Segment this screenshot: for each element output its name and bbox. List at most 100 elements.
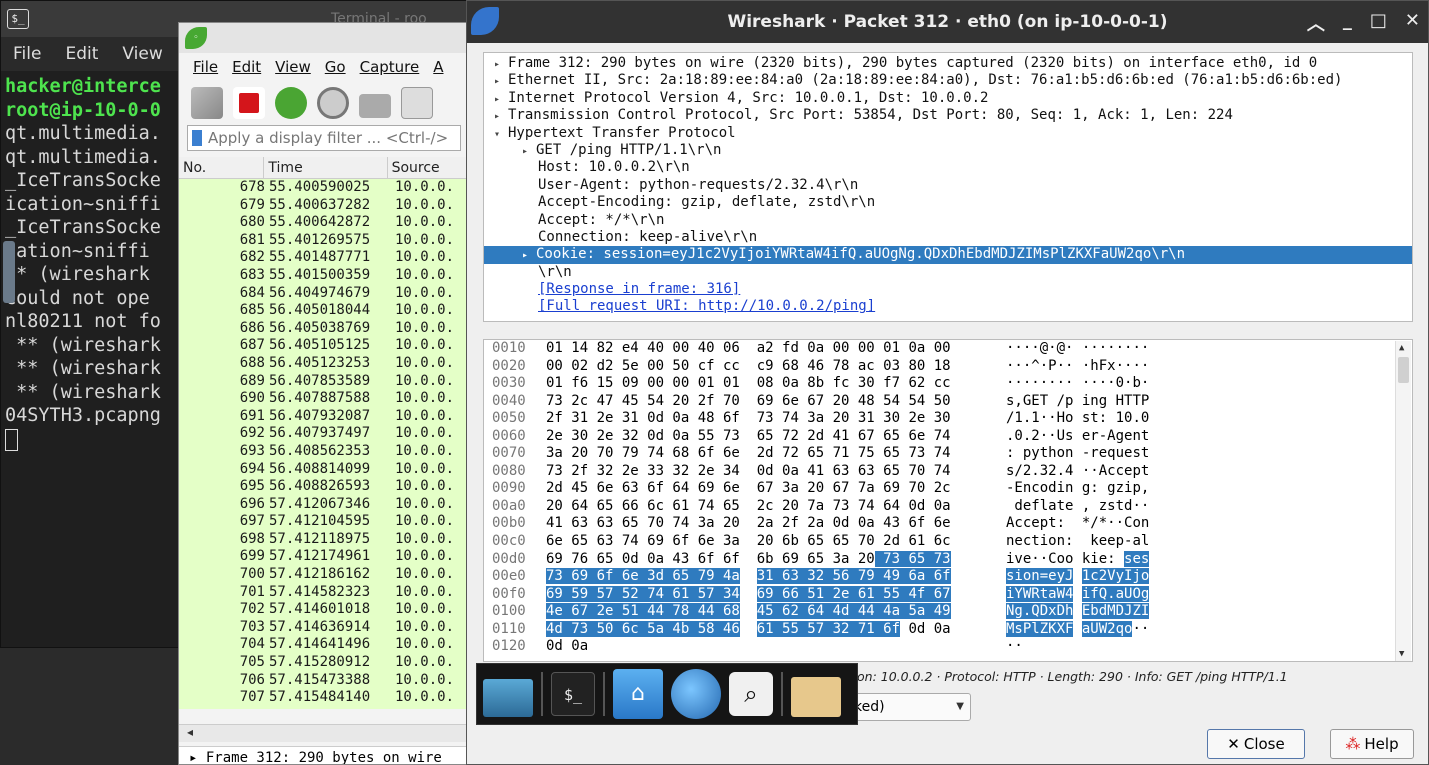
- hex-row[interactable]: 0060 2e 30 2e 32 0d 0a 55 73 65 72 2d 41 …: [484, 428, 1412, 446]
- save-file-icon[interactable]: [401, 87, 433, 119]
- wireshark-main-titlebar[interactable]: ◦: [179, 23, 469, 53]
- packet-list-hscrollbar[interactable]: ◂: [179, 724, 469, 742]
- scroll-down-icon[interactable]: ▼: [1399, 649, 1404, 659]
- scroll-thumb[interactable]: [1398, 357, 1409, 383]
- collapsed-arrow-icon[interactable]: ▸: [494, 91, 508, 108]
- tree-row[interactable]: ▾ Hypertext Transfer Protocol: [484, 125, 1412, 142]
- open-file-icon[interactable]: [359, 94, 391, 118]
- hex-row[interactable]: 0090 2d 45 6e 63 6f 64 69 6e 67 3a 20 67 …: [484, 480, 1412, 498]
- hex-row[interactable]: 0020 00 02 d2 5e 00 50 cf cc c9 68 46 78 …: [484, 358, 1412, 376]
- column-no[interactable]: No.: [179, 157, 265, 178]
- packet-detail-tree[interactable]: ▸ Frame 312: 290 bytes on wire (2320 bits…: [483, 52, 1413, 322]
- dialog-titlebar[interactable]: Wireshark · Packet 312 · eth0 (on ip-10-…: [467, 1, 1428, 43]
- packet-row[interactable]: 688 56.405123253 10.0.0.: [179, 355, 469, 373]
- side-panel-handle[interactable]: [3, 241, 15, 303]
- terminal-menu-edit[interactable]: Edit: [65, 44, 98, 64]
- tree-row[interactable]: ▸ Ethernet II, Src: 2a:18:89:ee:84:a0 (2a…: [484, 72, 1412, 89]
- tree-row[interactable]: Accept: */*\r\n: [484, 212, 1412, 229]
- expanded-arrow-icon[interactable]: ▾: [494, 126, 508, 143]
- hex-row[interactable]: 00e0 73 69 6f 6e 3d 65 79 4a 31 63 32 56 …: [484, 568, 1412, 586]
- packet-row[interactable]: 687 56.405105125 10.0.0.: [179, 337, 469, 355]
- tree-row[interactable]: ▸ Transmission Control Protocol, Src Port…: [484, 107, 1412, 124]
- minimize-icon[interactable]: _: [1343, 10, 1352, 36]
- packet-detail-preview[interactable]: ▸ Frame 312: 290 bytes on wire: [179, 746, 469, 764]
- hex-row[interactable]: 0110 4d 73 50 6c 5a 4b 58 46 61 55 57 32 …: [484, 620, 1412, 639]
- packet-row[interactable]: 682 55.401487771 10.0.0.: [179, 249, 469, 267]
- stop-capture-icon[interactable]: [233, 87, 265, 119]
- menu-view[interactable]: View: [275, 58, 311, 76]
- packet-bytes-pane[interactable]: 0010 01 14 82 e4 40 00 40 06 a2 fd 0a 00 …: [483, 339, 1413, 662]
- tree-row[interactable]: ▸ Internet Protocol Version 4, Src: 10.0.…: [484, 90, 1412, 107]
- menu-go[interactable]: Go: [325, 58, 346, 76]
- hex-row[interactable]: 0120 0d 0a ··: [484, 638, 1412, 656]
- menu-analyze[interactable]: A: [433, 58, 443, 76]
- packet-row[interactable]: 694 56.408814099 10.0.0.: [179, 461, 469, 479]
- bookmark-icon[interactable]: [192, 130, 202, 146]
- packet-row[interactable]: 696 57.412067346 10.0.0.: [179, 496, 469, 514]
- terminal-menu-file[interactable]: File: [13, 44, 41, 64]
- packet-row[interactable]: 692 56.407937497 10.0.0.: [179, 425, 469, 443]
- start-capture-icon[interactable]: [191, 87, 223, 119]
- packet-row[interactable]: 703 57.414636914 10.0.0.: [179, 619, 469, 637]
- hex-row[interactable]: 0010 01 14 82 e4 40 00 40 06 a2 fd 0a 00 …: [484, 340, 1412, 358]
- collapsed-arrow-icon[interactable]: ▸: [522, 143, 536, 160]
- hex-row[interactable]: 0050 2f 31 2e 31 0d 0a 48 6f 73 74 3a 20 …: [484, 410, 1412, 428]
- tree-link[interactable]: [Full request URI: http://10.0.0.2/ping]: [538, 298, 875, 314]
- packet-row[interactable]: 693 56.408562353 10.0.0.: [179, 443, 469, 461]
- hex-row[interactable]: 00c0 6e 65 63 74 69 6f 6e 3a 20 6b 65 65 …: [484, 533, 1412, 551]
- packet-row[interactable]: 705 57.415280912 10.0.0.: [179, 654, 469, 672]
- tree-link[interactable]: [Response in frame: 316]: [538, 281, 740, 297]
- hex-row[interactable]: 0030 01 f6 15 09 00 00 01 01 08 0a 8b fc …: [484, 375, 1412, 393]
- tree-row[interactable]: User-Agent: python-requests/2.32.4\r\n: [484, 177, 1412, 194]
- bytes-vscrollbar[interactable]: ▲ ▼: [1395, 341, 1411, 661]
- hex-row[interactable]: 00d0 69 76 65 0d 0a 43 6f 6f 6b 69 65 3a …: [484, 550, 1412, 569]
- terminal-launcher-icon[interactable]: $_: [551, 672, 595, 716]
- column-source[interactable]: Source: [388, 157, 469, 178]
- tree-row-selected[interactable]: ▸ Cookie: session=eyJ1c2VyIjoiYWRtaW4ifQ.…: [484, 246, 1412, 264]
- packet-dialog[interactable]: Wireshark · Packet 312 · eth0 (on ip-10-…: [466, 0, 1429, 765]
- search-icon[interactable]: ⌕: [729, 672, 773, 716]
- packet-row[interactable]: 699 57.412174961 10.0.0.: [179, 548, 469, 566]
- tree-row[interactable]: ▸ GET /ping HTTP/1.1\r\n: [484, 142, 1412, 159]
- tree-row[interactable]: [Response in frame: 316]: [484, 281, 1412, 298]
- hex-row[interactable]: 00b0 41 63 63 65 70 74 3a 20 2a 2f 2a 0d …: [484, 515, 1412, 533]
- restart-capture-icon[interactable]: [275, 87, 307, 119]
- menu-file[interactable]: File: [193, 58, 218, 76]
- packet-row[interactable]: 684 56.404974679 10.0.0.: [179, 285, 469, 303]
- packet-row[interactable]: 691 56.407932087 10.0.0.: [179, 408, 469, 426]
- menu-edit[interactable]: Edit: [232, 58, 261, 76]
- maximize-icon[interactable]: □: [1370, 10, 1387, 36]
- packet-row[interactable]: 689 56.407853589 10.0.0.: [179, 373, 469, 391]
- shade-icon[interactable]: ︿: [1307, 10, 1325, 36]
- close-icon[interactable]: ✕: [1405, 10, 1420, 36]
- packet-row[interactable]: 680 55.400642872 10.0.0.: [179, 214, 469, 232]
- wireshark-main-window[interactable]: ◦ File Edit View Go Capture A Apply a di…: [178, 22, 470, 765]
- tree-row[interactable]: [Full request URI: http://10.0.0.2/ping]: [484, 298, 1412, 315]
- collapsed-arrow-icon[interactable]: ▸: [494, 73, 508, 90]
- hex-row[interactable]: 00f0 69 59 57 52 74 61 57 34 69 66 51 2e …: [484, 585, 1412, 604]
- tree-row[interactable]: Host: 10.0.0.2\r\n: [484, 159, 1412, 176]
- help-button[interactable]: ⁂ Help: [1330, 729, 1414, 759]
- packet-row[interactable]: 683 55.401500359 10.0.0.: [179, 267, 469, 285]
- packet-row[interactable]: 697 57.412104595 10.0.0.: [179, 513, 469, 531]
- tree-row[interactable]: Accept-Encoding: gzip, deflate, zstd\r\n: [484, 194, 1412, 211]
- packet-list[interactable]: 678 55.400590025 10.0.0. 679 55.400637282 10.…: [179, 179, 469, 709]
- packet-row[interactable]: 698 57.412118975 10.0.0.: [179, 531, 469, 549]
- packet-row[interactable]: 679 55.400637282 10.0.0.: [179, 197, 469, 215]
- capture-options-icon[interactable]: [317, 87, 349, 119]
- packet-row[interactable]: 702 57.414601018 10.0.0.: [179, 601, 469, 619]
- file-manager-icon[interactable]: [791, 677, 841, 717]
- packet-row[interactable]: 707 57.415484140 10.0.0.: [179, 689, 469, 707]
- collapsed-arrow-icon[interactable]: ▸: [494, 56, 508, 73]
- packet-row[interactable]: 690 56.407887588 10.0.0.: [179, 390, 469, 408]
- menu-capture[interactable]: Capture: [360, 58, 420, 76]
- tree-row[interactable]: ▸ Frame 312: 290 bytes on wire (2320 bits…: [484, 55, 1412, 72]
- packet-row[interactable]: 706 57.415473388 10.0.0.: [179, 672, 469, 690]
- close-button[interactable]: ✕ Close: [1207, 729, 1305, 759]
- tree-row[interactable]: \r\n: [484, 264, 1412, 281]
- packet-row[interactable]: 686 56.405038769 10.0.0.: [179, 320, 469, 338]
- packet-row[interactable]: 700 57.412186162 10.0.0.: [179, 566, 469, 584]
- packet-row[interactable]: 678 55.400590025 10.0.0.: [179, 179, 469, 197]
- column-time[interactable]: Time: [264, 157, 388, 178]
- terminal-menu-view[interactable]: View: [122, 44, 162, 64]
